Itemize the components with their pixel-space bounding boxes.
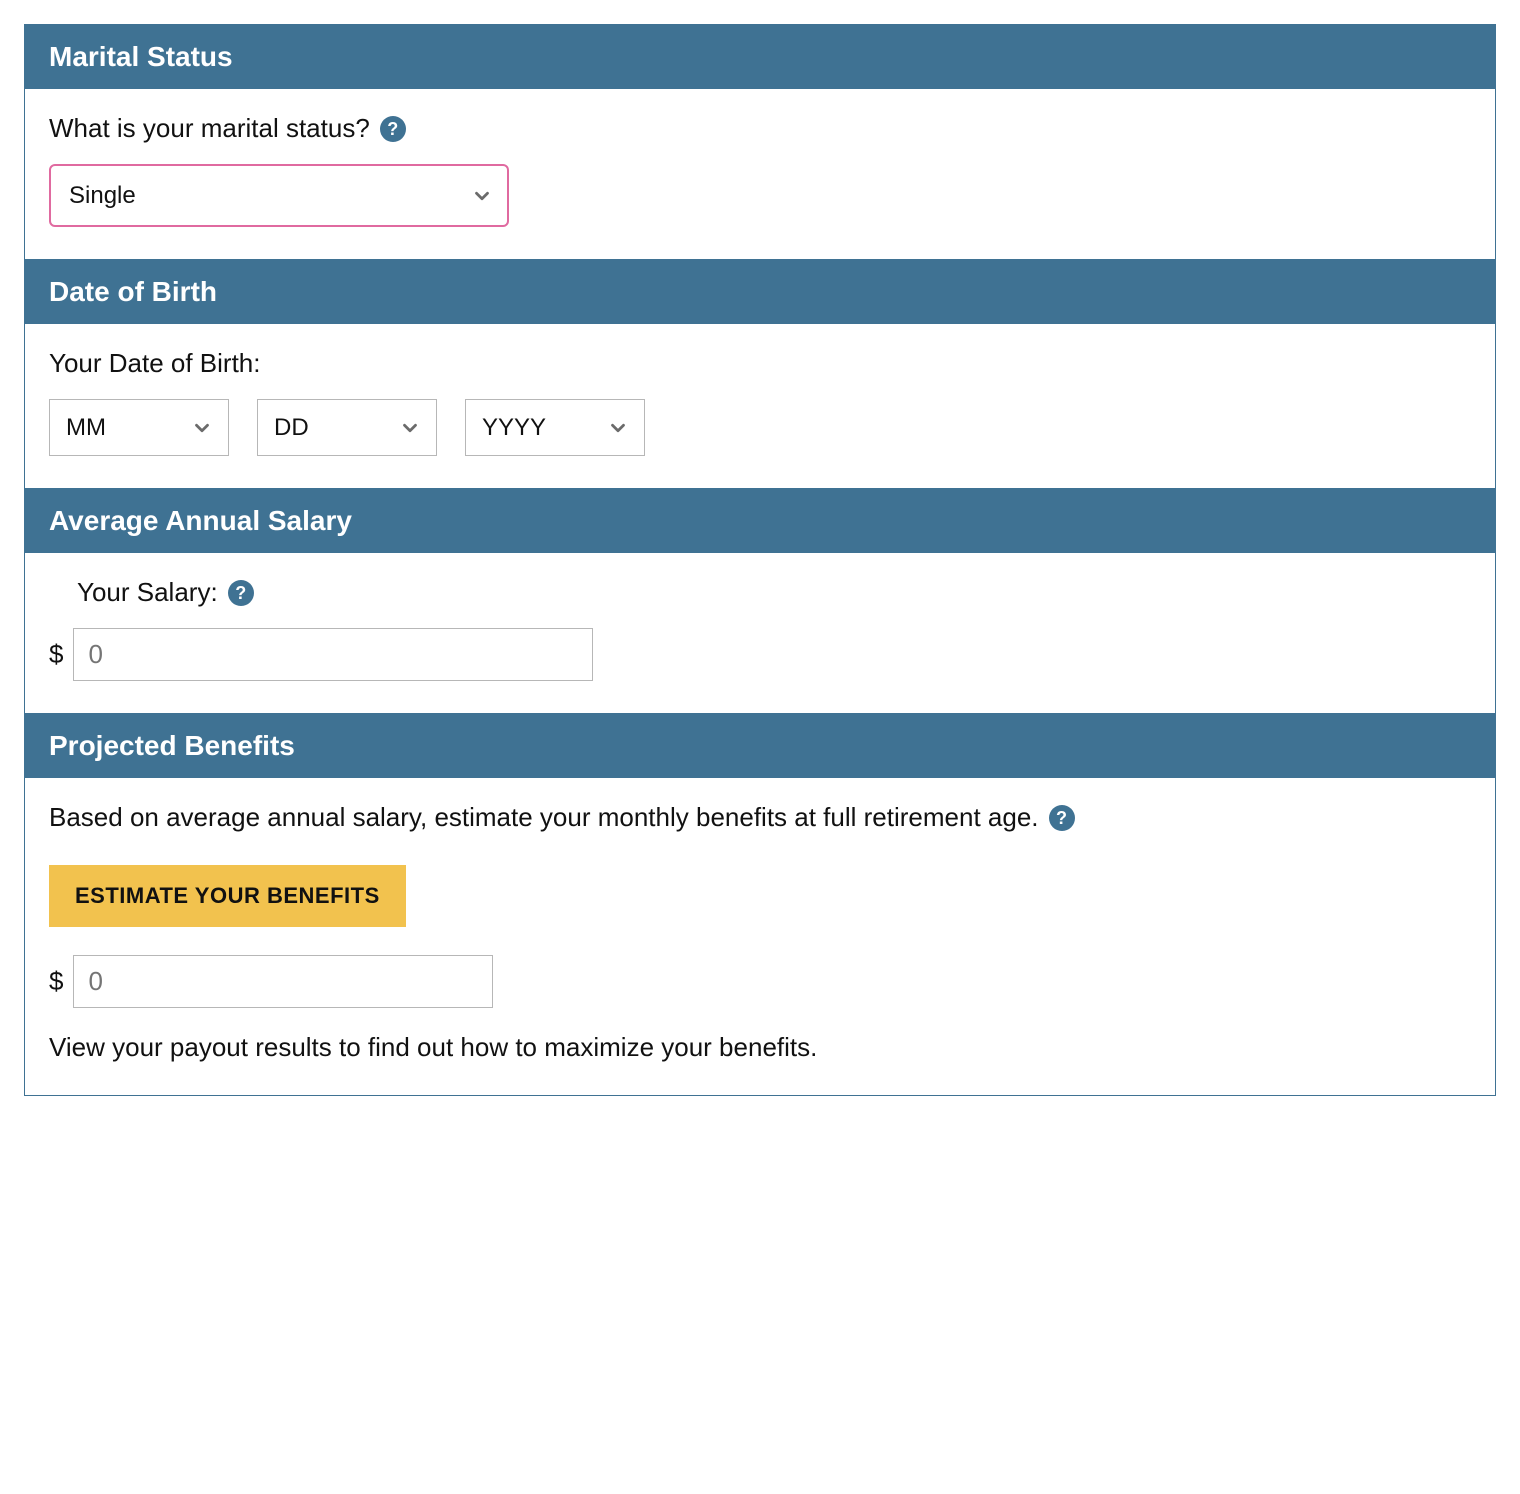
marital-status-select[interactable]: Single xyxy=(49,164,509,227)
marital-status-panel: Marital Status What is your marital stat… xyxy=(24,24,1496,260)
dob-month-select[interactable]: MM xyxy=(49,399,229,456)
marital-status-header: Marital Status xyxy=(25,25,1495,89)
currency-symbol: $ xyxy=(49,966,63,997)
benefits-output-row: $ xyxy=(49,955,1471,1008)
benefits-panel: Projected Benefits Based on average annu… xyxy=(24,714,1496,1096)
salary-body: Your Salary: ? $ xyxy=(25,553,1495,713)
benefits-intro-row: Based on average annual salary, estimate… xyxy=(49,802,1471,833)
benefits-footnote: View your payout results to find out how… xyxy=(49,1032,1471,1063)
help-icon[interactable]: ? xyxy=(228,580,254,606)
marital-status-question-row: What is your marital status? ? xyxy=(49,113,1471,144)
salary-input[interactable] xyxy=(73,628,593,681)
marital-status-body: What is your marital status? ? Single xyxy=(25,89,1495,259)
benefits-body: Based on average annual salary, estimate… xyxy=(25,778,1495,1095)
dob-panel: Date of Birth Your Date of Birth: MM DD … xyxy=(24,260,1496,489)
benefits-header: Projected Benefits xyxy=(25,714,1495,778)
dob-year-select[interactable]: YYYY xyxy=(465,399,645,456)
estimate-benefits-button[interactable]: ESTIMATE YOUR BENEFITS xyxy=(49,865,406,927)
salary-label-row: Your Salary: ? xyxy=(49,577,1471,608)
help-icon[interactable]: ? xyxy=(1049,805,1075,831)
dob-day-select[interactable]: DD xyxy=(257,399,437,456)
dob-year-wrap: YYYY xyxy=(465,399,645,456)
dob-header: Date of Birth xyxy=(25,260,1495,324)
dob-label: Your Date of Birth: xyxy=(49,348,1471,379)
dob-month-wrap: MM xyxy=(49,399,229,456)
salary-header: Average Annual Salary xyxy=(25,489,1495,553)
benefits-intro: Based on average annual salary, estimate… xyxy=(49,802,1039,833)
benefits-output-input[interactable] xyxy=(73,955,493,1008)
salary-panel: Average Annual Salary Your Salary: ? $ xyxy=(24,489,1496,714)
dob-day-wrap: DD xyxy=(257,399,437,456)
salary-input-row: $ xyxy=(49,628,1471,681)
marital-status-question: What is your marital status? xyxy=(49,113,370,144)
dob-selects-row: MM DD YYYY xyxy=(49,399,1471,456)
salary-label: Your Salary: xyxy=(77,577,218,608)
help-icon[interactable]: ? xyxy=(380,116,406,142)
marital-status-select-wrap: Single xyxy=(49,164,509,227)
dob-body: Your Date of Birth: MM DD YYYY xyxy=(25,324,1495,488)
currency-symbol: $ xyxy=(49,639,63,670)
